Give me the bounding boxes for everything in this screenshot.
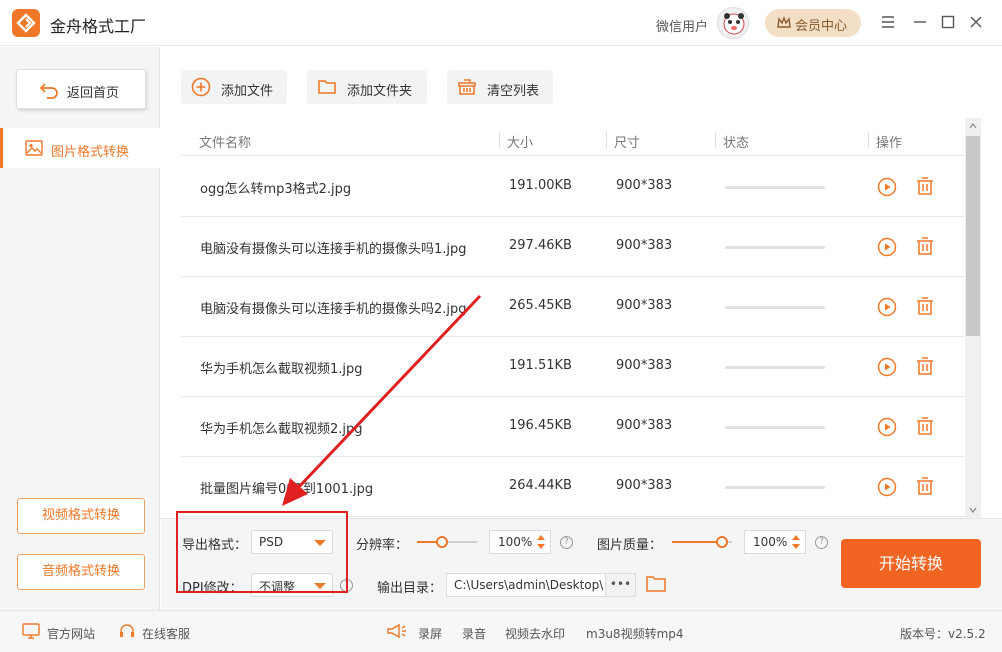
website-link[interactable]: 官方网站 xyxy=(47,625,95,642)
m3u8-to-mp4-link[interactable]: m3u8视频转mp4 xyxy=(586,625,684,642)
record-audio-link[interactable]: 录音 xyxy=(462,625,486,642)
remove-watermark-link[interactable]: 视频去水印 xyxy=(505,625,565,642)
status-bar: 官方网站 在线客服 录屏 录音 视频去水印 m3u8视频转mp4 版本号：v2.… xyxy=(0,610,1002,652)
annotation-arrow xyxy=(282,294,482,506)
headset-icon xyxy=(118,623,136,642)
record-screen-link[interactable]: 录屏 xyxy=(418,625,442,642)
version-label: 版本号：v2.5.2 xyxy=(900,627,986,641)
support-link[interactable]: 在线客服 xyxy=(142,625,190,642)
megaphone-icon xyxy=(386,623,408,642)
website-icon xyxy=(22,623,40,642)
